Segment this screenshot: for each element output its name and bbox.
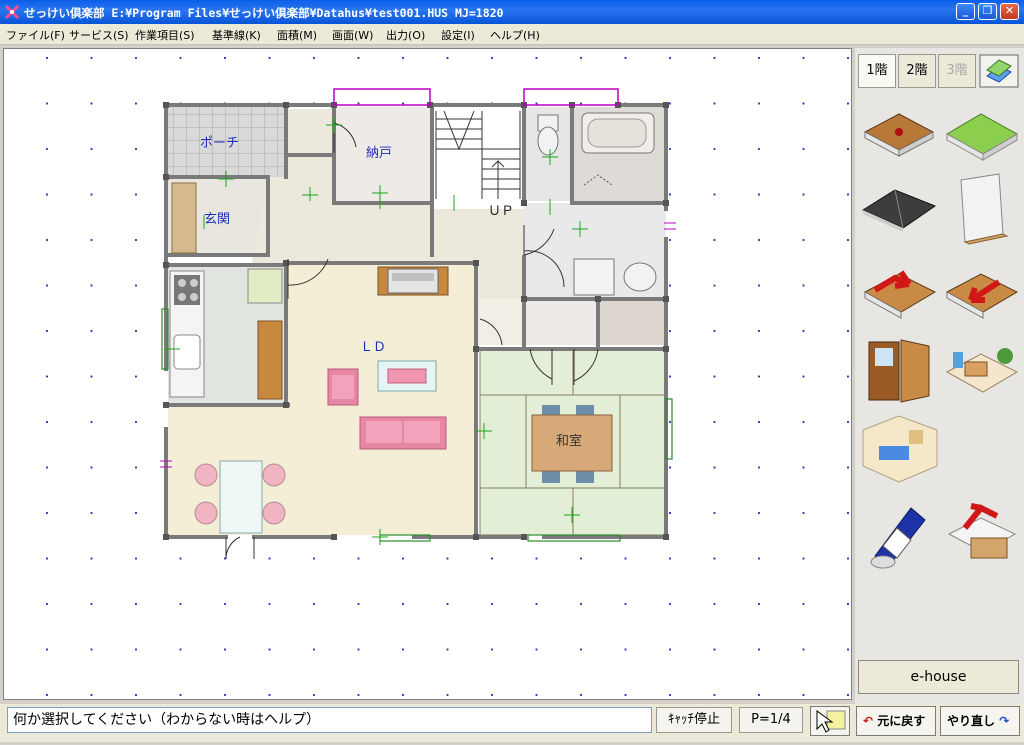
tab-floor-3: 3階 bbox=[938, 54, 976, 88]
layout-icon[interactable] bbox=[979, 54, 1019, 88]
menu-service[interactable]: サービス(S) bbox=[69, 27, 129, 43]
floor-tool-icon[interactable] bbox=[859, 92, 939, 168]
menu-view[interactable]: 画面(W) bbox=[332, 27, 373, 43]
3d-view-tool-icon[interactable] bbox=[859, 410, 939, 486]
app-icon bbox=[4, 4, 20, 20]
maximize-button[interactable]: ❐ bbox=[978, 3, 997, 20]
menu-bar: ファイル(F) サービス(S) 作業項目(S) 基準線(K) 面積(M) 画面(… bbox=[0, 24, 1024, 45]
menu-output[interactable]: 出力(O) bbox=[386, 27, 425, 43]
status-bar: 何か選択してください（わからない時はヘルプ） ｷｬｯﾁ停止 P=1/4 ↶ 元に… bbox=[0, 704, 1024, 742]
menu-settings[interactable]: 設定(I) bbox=[441, 27, 475, 43]
living-floor bbox=[286, 265, 476, 535]
menu-area[interactable]: 面積(M) bbox=[277, 27, 317, 43]
label-japanese-room: 和室 bbox=[556, 433, 582, 449]
roof-tool-icon[interactable] bbox=[859, 170, 939, 246]
ehouse-button[interactable]: e-house bbox=[858, 660, 1019, 694]
site-tool-icon[interactable] bbox=[941, 92, 1021, 168]
furniture-tool-icon[interactable] bbox=[941, 332, 1021, 408]
door-tool-icon[interactable] bbox=[859, 332, 939, 408]
menu-baseline[interactable]: 基準線(K) bbox=[212, 27, 261, 43]
label-entrance: 玄関 bbox=[204, 212, 230, 227]
label-storage: 納戸 bbox=[366, 146, 392, 161]
shoe-cabinet bbox=[171, 182, 197, 254]
window-title: せっけい倶楽部 E:¥Program Files¥せっけい倶楽部¥Datahus… bbox=[24, 6, 504, 20]
redo-label: やり直し bbox=[947, 714, 996, 728]
stairs-floor bbox=[432, 107, 524, 201]
undo-button[interactable]: ↶ 元に戻す bbox=[856, 706, 936, 736]
select-mode-button[interactable] bbox=[810, 706, 850, 736]
redo-icon: ↷ bbox=[999, 714, 1010, 728]
wall-tool-icon[interactable] bbox=[941, 170, 1021, 246]
undo-icon: ↶ bbox=[863, 714, 874, 728]
floor-plan[interactable]: ポーチ 玄関 納戸 ＵＰ ＬＤ 和室 bbox=[4, 49, 851, 699]
menu-work-items[interactable]: 作業項目(S) bbox=[135, 27, 195, 43]
stairs-down-tool-icon[interactable] bbox=[941, 250, 1021, 326]
undo-label: 元に戻す bbox=[877, 714, 926, 728]
page-indicator: P=1/4 bbox=[739, 707, 803, 733]
tab-floor-2[interactable]: 2階 bbox=[898, 54, 936, 88]
cursor-select-icon bbox=[816, 710, 846, 733]
snap-status[interactable]: ｷｬｯﾁ停止 bbox=[656, 707, 732, 733]
title-bar: せっけい倶楽部 E:¥Program Files¥せっけい倶楽部¥Datahus… bbox=[0, 0, 1024, 24]
close-button[interactable]: ✕ bbox=[1000, 3, 1019, 20]
label-porch: ポーチ bbox=[200, 136, 239, 151]
tool-panel: 1階 2階 3階 e-house bbox=[855, 48, 1024, 704]
label-stairs-up: ＵＰ bbox=[488, 204, 514, 219]
stairs-up-tool-icon[interactable] bbox=[859, 250, 939, 326]
menu-help[interactable]: ヘルプ(H) bbox=[490, 27, 540, 43]
menu-file[interactable]: ファイル(F) bbox=[6, 27, 65, 43]
drawing-canvas[interactable]: ポーチ 玄関 納戸 ＵＰ ＬＤ 和室 bbox=[3, 48, 852, 700]
tab-floor-1[interactable]: 1階 bbox=[858, 54, 896, 88]
status-message: 何か選択してください（わからない時はヘルプ） bbox=[7, 707, 652, 733]
move-tool-icon[interactable] bbox=[941, 494, 1021, 570]
label-living-dining: ＬＤ bbox=[360, 340, 386, 355]
minimize-button[interactable]: _ bbox=[956, 3, 975, 20]
eraser-tool-icon[interactable] bbox=[859, 494, 939, 570]
redo-button[interactable]: やり直し ↷ bbox=[940, 706, 1020, 736]
